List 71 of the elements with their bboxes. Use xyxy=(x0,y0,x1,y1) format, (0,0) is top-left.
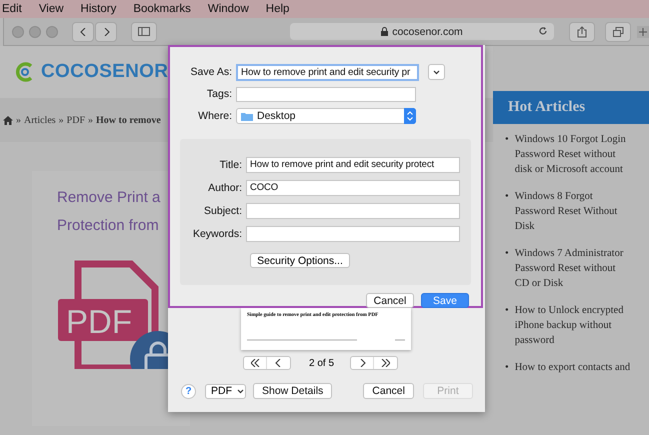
field-label: Where: xyxy=(197,110,232,122)
field-label: Author: xyxy=(207,182,242,194)
breadcrumb-separator: » xyxy=(16,114,21,126)
field-label: Keywords: xyxy=(192,228,242,240)
banner-title: Remove Print a xyxy=(56,188,162,208)
logo-icon xyxy=(15,62,35,82)
metadata-field[interactable] xyxy=(246,226,460,242)
location-popup[interactable]: Desktop xyxy=(236,108,416,124)
dialog-button[interactable]: Cancel xyxy=(363,383,414,399)
article-link[interactable]: Windows 7 Administrator Password Reset without CD or Disk xyxy=(514,246,633,291)
sidebar-heading: Hot Articles xyxy=(493,91,649,124)
menu-item[interactable]: Help xyxy=(266,3,290,15)
bullet: • xyxy=(505,304,509,318)
bullet: • xyxy=(505,361,509,375)
article-link[interactable]: Windows 10 Forgot Login Password Reset without disk or Microsoft account xyxy=(514,132,633,177)
save-as-field[interactable]: How to remove print and edit security pr xyxy=(236,64,419,80)
share-icon xyxy=(577,26,587,38)
menu-item[interactable]: View xyxy=(38,3,64,15)
metadata-field[interactable]: COCO xyxy=(246,180,460,196)
metadata-field[interactable]: How to remove print and edit security protect xyxy=(246,156,460,172)
chevron-right-icon xyxy=(102,28,110,36)
banner-title: Protection from xyxy=(56,216,160,236)
double-chevron-left-icon xyxy=(250,359,260,367)
field-label: Tags: xyxy=(206,88,232,100)
reload-icon[interactable] xyxy=(538,26,548,36)
metadata-field[interactable] xyxy=(246,202,460,218)
sheet-button[interactable]: Cancel xyxy=(366,293,414,308)
security-options-button[interactable]: Security Options... xyxy=(250,253,350,268)
bullet: • xyxy=(505,190,509,204)
menu-item[interactable]: Window xyxy=(208,3,249,15)
new-tab-icon[interactable] xyxy=(637,26,649,38)
tags-field[interactable] xyxy=(236,86,416,102)
address-bar[interactable]: cocosenor.com xyxy=(290,23,554,40)
caret-icon xyxy=(237,388,244,394)
stepper-icon xyxy=(404,108,416,124)
help-button[interactable]: ? xyxy=(181,384,196,398)
share-button[interactable] xyxy=(569,22,595,42)
article-link[interactable]: How to export contacts and xyxy=(514,360,633,375)
breadcrumb-current: How to remove xyxy=(96,114,161,126)
breadcrumb-separator: » xyxy=(88,114,94,126)
menu-item[interactable]: History xyxy=(80,3,116,15)
breadcrumb-link[interactable]: Articles xyxy=(24,114,56,126)
field-label: Save As: xyxy=(190,66,232,78)
back-button[interactable] xyxy=(72,22,94,42)
sidebar-button[interactable] xyxy=(131,22,157,42)
lock-icon xyxy=(381,27,388,36)
article-link[interactable]: Windows 8 Forgot Password Reset Without Disk xyxy=(514,189,633,234)
expand-button[interactable] xyxy=(428,64,445,80)
menu-item[interactable]: Bookmarks xyxy=(133,3,191,15)
pdf-menu-button[interactable]: PDF xyxy=(205,384,246,398)
folder-icon xyxy=(241,112,253,120)
chevron-left-icon xyxy=(78,28,88,36)
breadcrumb-separator: » xyxy=(58,114,64,126)
forward-button[interactable] xyxy=(95,22,117,42)
field-label: Title: xyxy=(218,158,242,170)
dialog-button[interactable]: Show Details xyxy=(253,383,332,399)
breadcrumb-link[interactable]: PDF xyxy=(66,114,86,126)
chevron-right-icon xyxy=(358,359,367,367)
tabs-button[interactable] xyxy=(605,22,631,42)
double-chevron-right-icon xyxy=(381,359,390,367)
page-indicator: 2 of 5 xyxy=(309,358,334,368)
home-icon[interactable] xyxy=(3,116,13,124)
chevron-left-icon xyxy=(274,359,283,367)
bullet: • xyxy=(505,247,509,261)
field-label: Subject: xyxy=(203,204,242,216)
bullet: • xyxy=(505,133,509,147)
menu-item[interactable]: Edit xyxy=(2,3,22,15)
tabs-icon xyxy=(612,26,624,36)
article-link[interactable]: How to Unlock encrypted iPhone backup without password xyxy=(514,303,633,348)
sidebar-icon xyxy=(138,27,150,36)
chevron-down-icon xyxy=(433,70,440,74)
